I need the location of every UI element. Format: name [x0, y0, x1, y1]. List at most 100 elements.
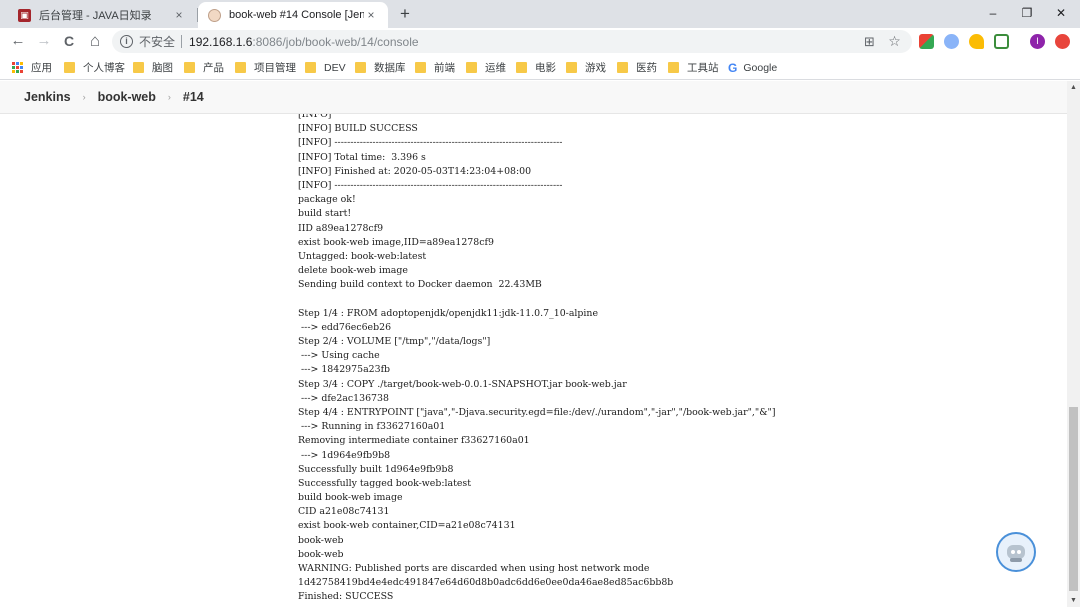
- extension-green-icon[interactable]: [994, 34, 1009, 49]
- bookmark-label: 前端: [434, 62, 455, 74]
- folder-icon: [184, 62, 195, 73]
- console-line: exist book-web container,CID=a21e08c7413…: [298, 520, 516, 532]
- bookmark-folder[interactable]: 前端: [415, 60, 455, 75]
- close-tab-icon[interactable]: ×: [364, 8, 378, 22]
- bookmark-folder[interactable]: 项目管理: [235, 60, 296, 75]
- folder-icon: [617, 62, 628, 73]
- bookmark-folder[interactable]: 运维: [466, 60, 506, 75]
- tab-jenkins-console[interactable]: book-web #14 Console [Jenkins] ×: [198, 2, 388, 28]
- bookmark-label: 游戏: [585, 62, 606, 74]
- bookmark-label: 个人博客: [83, 62, 125, 74]
- breadcrumb-arrow-icon[interactable]: ›: [168, 92, 171, 102]
- folder-icon: [566, 62, 577, 73]
- url-path: :8086/job/book-web/14/console: [252, 34, 419, 49]
- bookmark-star-icon[interactable]: ☆: [887, 34, 902, 49]
- tab-admin[interactable]: ▣ 后台管理 - JAVA日知录 ×: [8, 2, 196, 28]
- tab-title: book-web #14 Console [Jenkins]: [229, 9, 364, 21]
- tab-title: 后台管理 - JAVA日知录: [39, 10, 152, 22]
- console-line: build start!: [298, 208, 352, 220]
- bookmark-folder[interactable]: 数据库: [355, 60, 406, 75]
- close-tab-icon[interactable]: ×: [172, 8, 186, 22]
- console-line: [INFO] ---------------------------------…: [298, 137, 563, 149]
- back-button[interactable]: ←: [8, 31, 28, 51]
- bookmark-label: 项目管理: [254, 62, 296, 74]
- google-icon: G: [728, 60, 738, 75]
- console-line: ---> edd76ec6eb26: [298, 321, 392, 333]
- extension-puzzle-icon[interactable]: [969, 34, 984, 49]
- breadcrumb-build[interactable]: #14: [183, 90, 204, 104]
- console-line: [INFO]: [298, 114, 332, 120]
- console-line: ---> dfe2ac136738: [298, 392, 389, 404]
- address-bar[interactable]: i 不安全 192.168.1.6:8086/job/book-web/14/c…: [112, 30, 912, 53]
- minimize-button[interactable]: –: [976, 2, 1010, 24]
- bookmarks-bar: 应用 个人博客 脑图 产品 项目管理 DEV 数据库 前端 运维 电影 游戏 医…: [0, 55, 1080, 80]
- new-tab-button[interactable]: +: [396, 4, 414, 24]
- floating-assistant-button[interactable]: [996, 532, 1036, 572]
- bookmark-folder[interactable]: 脑图: [133, 60, 173, 75]
- bookmark-label: 应用: [31, 62, 52, 74]
- console-line: WARNING: Published ports are discarded w…: [298, 563, 650, 574]
- folder-icon: [466, 62, 477, 73]
- console-line: [INFO] Finished at: 2020-05-03T14:23:04+…: [298, 165, 532, 177]
- forward-button[interactable]: →: [34, 31, 54, 51]
- bookmark-folder[interactable]: 工具站: [668, 60, 719, 75]
- folder-icon: [668, 62, 679, 73]
- url-host: 192.168.1.6: [189, 34, 253, 49]
- home-button[interactable]: ⌂: [85, 31, 105, 51]
- folder-icon: [516, 62, 527, 73]
- console-line: [INFO] BUILD SUCCESS: [298, 123, 418, 135]
- bookmark-folder[interactable]: 游戏: [566, 60, 606, 75]
- bookmark-folder[interactable]: 医药: [617, 60, 657, 75]
- console-line: ---> Running in f33627160a01: [298, 421, 446, 433]
- console-line: [INFO] ---------------------------------…: [298, 179, 563, 191]
- reload-button[interactable]: C: [59, 31, 79, 51]
- folder-icon: [235, 62, 246, 73]
- menu-update-icon[interactable]: [1055, 34, 1070, 49]
- folder-icon: [415, 62, 426, 73]
- scroll-up-icon[interactable]: ▲: [1067, 81, 1080, 94]
- breadcrumb-arrow-icon[interactable]: ›: [83, 92, 86, 102]
- bookmark-label: DEV: [324, 61, 346, 74]
- console-line: Sending build context to Docker daemon 2…: [298, 279, 542, 291]
- console-line: Step 1/4 : FROM adoptopenjdk/openjdk11:j…: [298, 307, 599, 319]
- site-favicon-icon: ▣: [18, 8, 31, 22]
- page-scrollbar[interactable]: ▲ ▼: [1067, 81, 1080, 607]
- scroll-down-icon[interactable]: ▼: [1067, 594, 1080, 607]
- console-line: book-web: [298, 534, 344, 546]
- folder-icon: [64, 62, 75, 73]
- console-line: Step 3/4 : COPY ./target/book-web-0.0.1-…: [298, 378, 627, 390]
- bookmark-label: 工具站: [687, 62, 719, 74]
- folder-icon: [133, 62, 144, 73]
- breadcrumb-job[interactable]: book-web: [98, 90, 156, 104]
- bookmark-label: Google: [743, 61, 778, 74]
- console-line: build book-web image: [298, 492, 403, 504]
- bookmark-folder[interactable]: 电影: [516, 60, 556, 75]
- console-output-panel: [INFO] [INFO] BUILD SUCCESS [INFO] -------…: [0, 114, 1067, 607]
- console-line: delete book-web image: [298, 265, 408, 277]
- extension-blue-icon[interactable]: [944, 34, 959, 49]
- breadcrumb-jenkins[interactable]: Jenkins: [24, 90, 71, 104]
- bookmark-label: 脑图: [152, 62, 173, 74]
- address-divider: [181, 35, 183, 48]
- profile-avatar-icon[interactable]: I: [1030, 34, 1045, 49]
- bookmark-label: 医药: [636, 62, 657, 74]
- console-line: 1d42758419bd4e4edc491847e64d60d8b0adc6dd…: [298, 577, 674, 589]
- apps-grid-icon: [12, 61, 24, 74]
- translate-icon[interactable]: ⊞: [862, 34, 877, 49]
- console-line: ---> Using cache: [298, 350, 380, 362]
- bookmark-apps[interactable]: 应用: [12, 60, 52, 75]
- restore-button[interactable]: ❐: [1010, 2, 1044, 24]
- bookmark-folder[interactable]: 个人博客: [64, 60, 125, 75]
- info-icon[interactable]: i: [120, 35, 133, 48]
- bookmark-folder[interactable]: 产品: [184, 60, 224, 75]
- bookmark-label: 产品: [203, 62, 224, 74]
- scrollbar-thumb[interactable]: [1069, 407, 1078, 591]
- console-line: ---> 1842975a23fb: [298, 364, 391, 376]
- bookmark-google[interactable]: G Google: [728, 60, 777, 75]
- security-label[interactable]: 不安全: [139, 33, 175, 50]
- close-window-button[interactable]: ✕: [1044, 2, 1078, 24]
- bookmark-folder[interactable]: DEV: [305, 60, 346, 75]
- extension-colorful-icon[interactable]: [919, 34, 934, 49]
- console-line: package ok!: [298, 194, 356, 206]
